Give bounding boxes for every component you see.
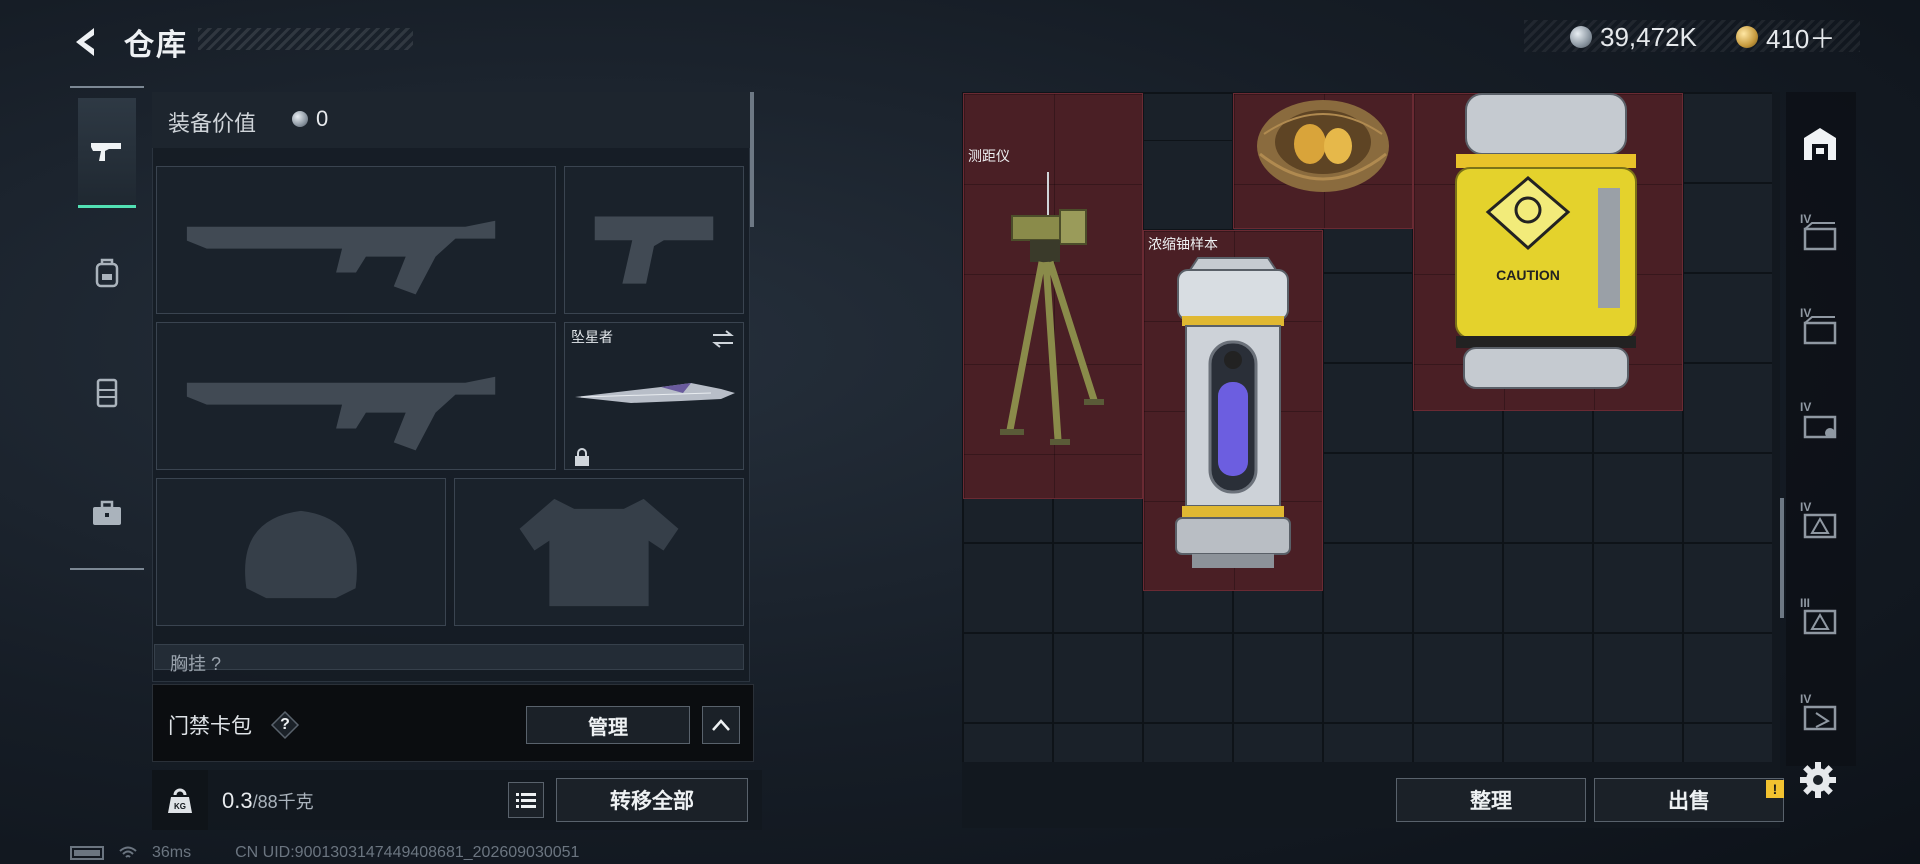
rangefinder-label: 测距仪 [968,148,1010,164]
organize-button[interactable]: 整理 [1396,778,1586,822]
uranium-canister-image [1175,257,1291,568]
case-tab-2[interactable]: IV [1796,306,1844,354]
back-arrow-icon [76,28,94,56]
secondary-weapon-slot[interactable] [156,322,556,470]
warehouse-icon [1804,128,1836,160]
chemical-canister-image: CAUTION [1455,93,1637,389]
silver-coin-icon [1570,26,1592,48]
armor-slot[interactable] [454,478,744,626]
equipment-tabs [70,86,144,570]
case-tab-5[interactable]: III [1796,596,1844,644]
swap-icon[interactable] [711,329,735,349]
gold-coin-icon [1736,26,1758,48]
weight-icon-box: KG [152,770,208,830]
melee-slot[interactable]: 坠星者 [564,322,744,470]
tab-vest[interactable] [78,338,136,448]
gun-icon [91,142,121,161]
manage-button[interactable]: 管理 [526,706,690,744]
rifle-silhouette-icon [186,376,496,451]
backpack-icon [95,258,119,288]
briefcase-icon [93,500,121,525]
helmet-slot[interactable] [156,478,446,626]
knife-image [575,383,735,403]
ping-value: 36ms [152,844,192,861]
wifi-icon [119,846,137,858]
gold-currency[interactable]: 410＋ [1736,22,1835,54]
rifle-silhouette-icon [186,220,496,295]
keycard-label: 门禁卡包 [168,715,252,738]
pistol-slot[interactable] [564,166,744,314]
tab-weapons[interactable] [78,98,136,208]
golden-nest-image [1257,100,1389,192]
status-line: 36ms CN UID:9001303147449408681_20260903… [70,844,579,862]
transfer-all-button[interactable]: 转移全部 [556,778,748,822]
list-icon [516,793,536,808]
help-mark: ? [280,716,290,733]
svg-text:CAUTION: CAUTION [1496,267,1560,283]
help-icon[interactable]: ? [270,710,300,740]
gold-currency-value: 410＋ [1766,23,1836,54]
empty-grid-cell[interactable] [1143,140,1233,230]
back-button[interactable] [68,22,108,62]
pistol-silhouette-icon [594,216,714,284]
melee-name: 坠星者 [571,329,613,345]
weight-readout: 0.3/88千克 [222,788,314,814]
silver-currency[interactable]: 39,472K [1570,22,1697,52]
tab-backpack[interactable] [78,218,136,328]
equipment-value: 0 [292,106,328,132]
warehouse-tab[interactable] [1796,120,1844,168]
weight-capacity: /88千克 [252,792,314,812]
equipment-value-number: 0 [316,106,329,131]
case-tab-3[interactable]: IV [1796,400,1844,448]
case-tab-6[interactable]: IV [1796,692,1844,740]
silver-currency-value: 39,472K [1600,21,1697,52]
sell-alert-badge: ! [1766,780,1784,798]
case-tab-4[interactable]: IV [1796,500,1844,548]
sell-button[interactable]: 出售 [1594,778,1784,822]
silver-coin-icon [292,111,308,127]
weight-current: 0.3 [222,788,253,813]
chest-rig-row[interactable] [154,644,744,670]
vest-icon [96,378,118,408]
collapse-button[interactable] [702,706,740,744]
chevron-up-icon [712,719,730,731]
case-tab-1[interactable]: IV [1796,212,1844,260]
primary-weapon-slot[interactable] [156,166,556,314]
page-title: 仓库 [124,29,188,62]
storage-scrollbar[interactable] [1780,498,1784,618]
battery-icon [70,846,104,860]
list-view-button[interactable] [508,782,544,818]
rangefinder-image [1000,172,1104,445]
uid-text: CN UID:9001303147449408681_202609030051 [235,844,580,861]
kettlebell-icon: KG [168,788,192,813]
svg-text:KG: KG [174,802,186,811]
equipment-scrollbar[interactable] [750,92,754,227]
lock-icon [575,448,589,466]
armor-silhouette-icon [519,498,679,607]
chest-rig-label: 胸挂 ? [170,654,222,674]
equipment-value-label: 装备价值 [168,111,257,136]
title-decoration [198,28,413,50]
helmet-silhouette-icon [245,510,357,599]
tab-briefcase[interactable] [78,458,136,568]
settings-gear-icon[interactable] [1798,760,1838,800]
